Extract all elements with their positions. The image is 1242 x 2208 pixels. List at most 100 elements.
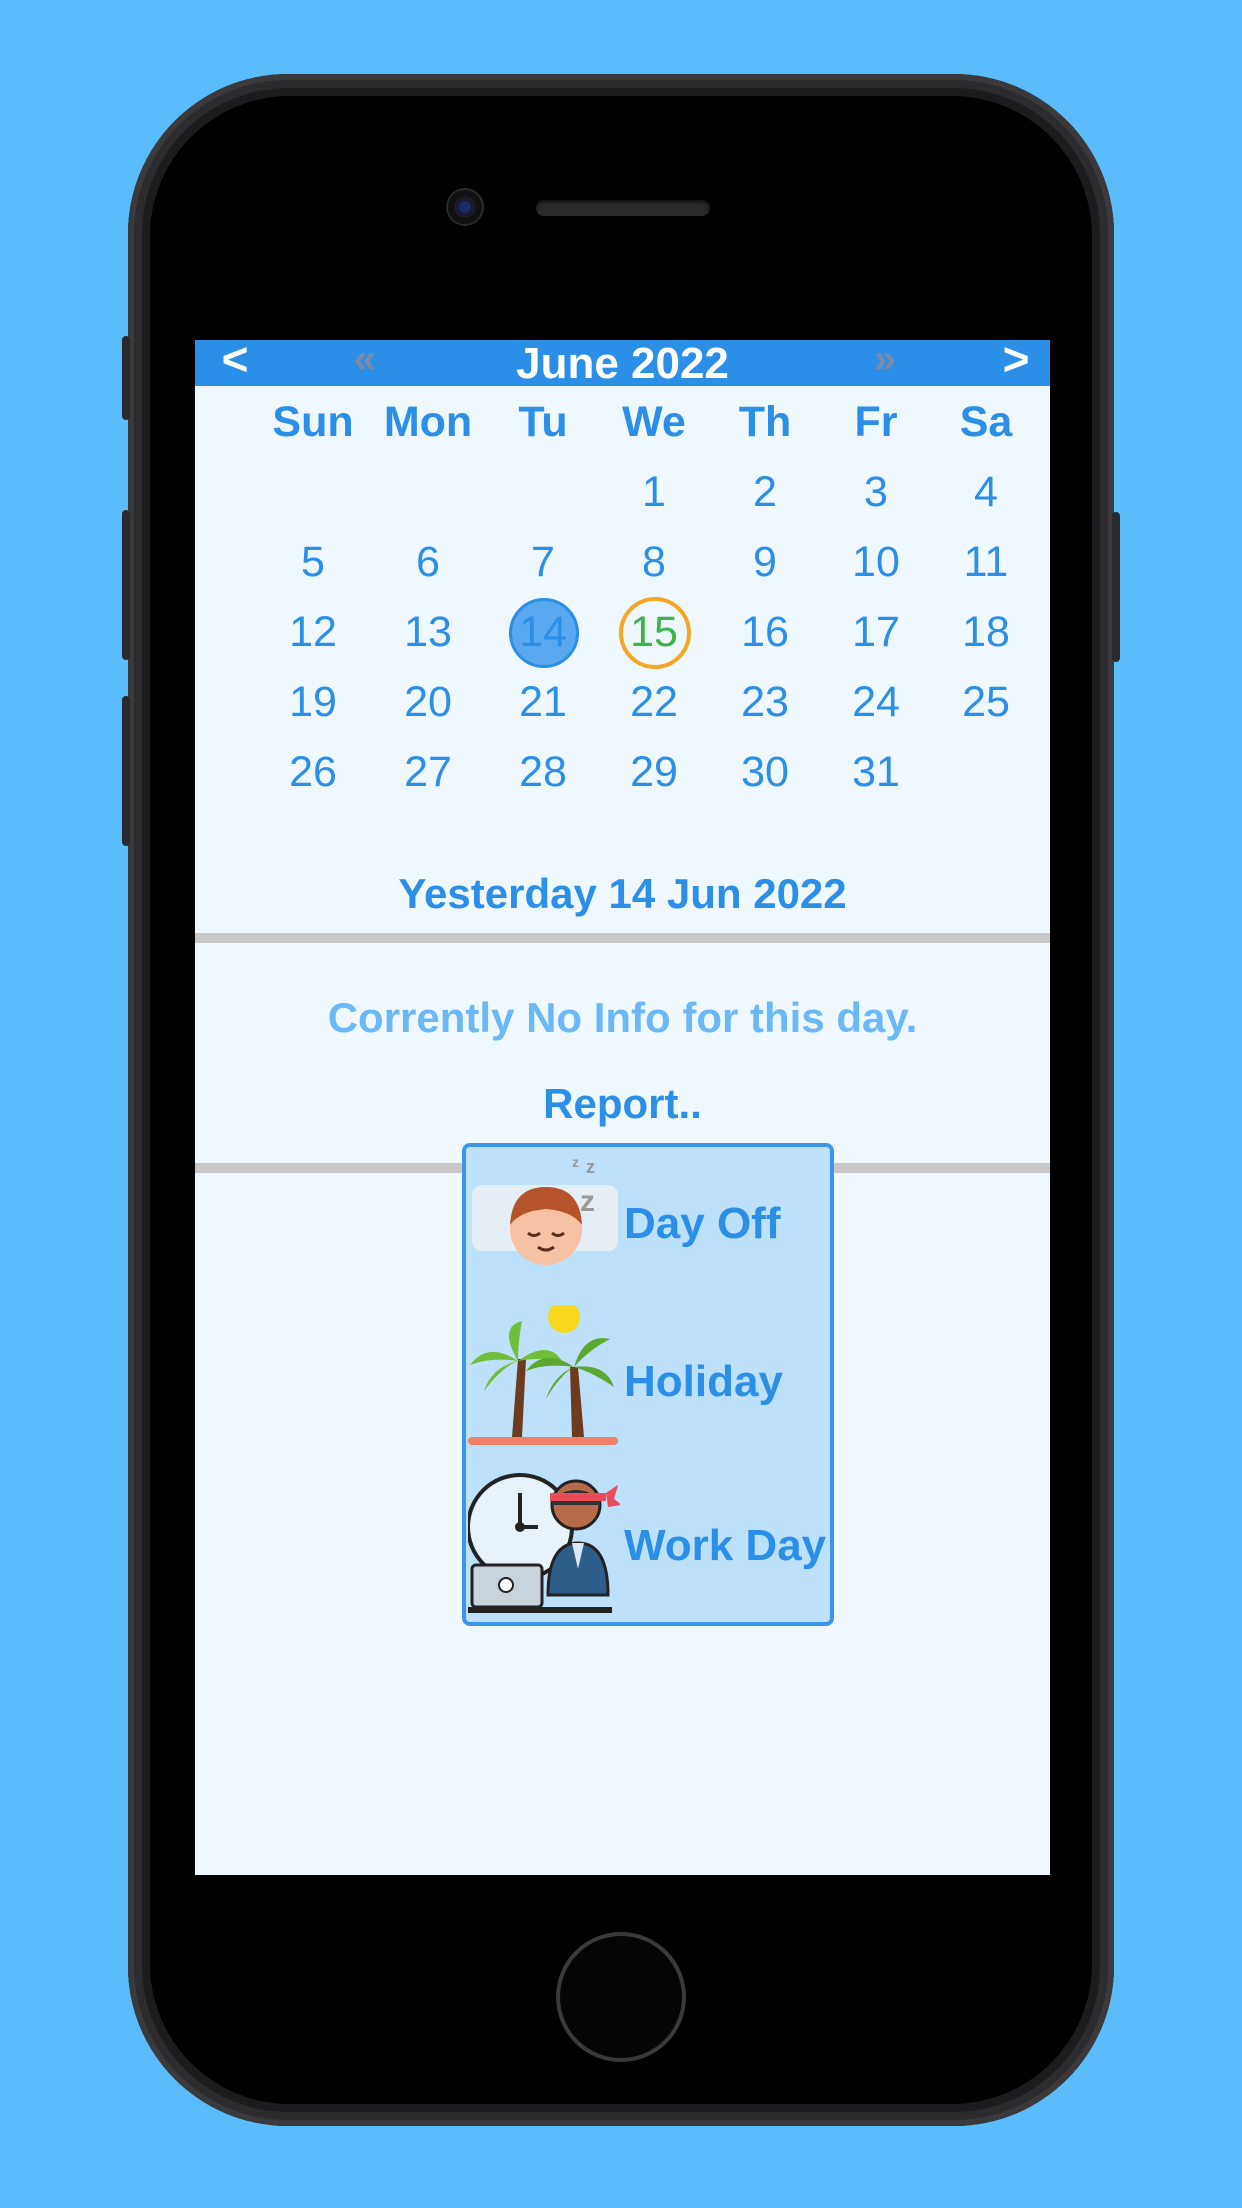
calendar-day-number: 12: [289, 608, 337, 656]
calendar-day-17[interactable]: 17: [820, 602, 932, 662]
app-screen: < « June 2022 » > Sun Mon Tu We Th Fr Sa…: [195, 340, 1050, 1875]
calendar-day-21[interactable]: 21: [487, 672, 599, 732]
sleeping-face-icon: z z z: [472, 1154, 618, 1265]
calendar-day-27[interactable]: 27: [372, 742, 484, 802]
calendar-day-number: 1: [642, 468, 666, 516]
svg-text:z: z: [572, 1154, 579, 1170]
divider: [195, 933, 1050, 943]
worker-clock-laptop-icon: [468, 1473, 620, 1613]
power-button: [1112, 512, 1120, 662]
calendar-day-8[interactable]: 8: [598, 532, 710, 592]
calendar-day-2[interactable]: 2: [709, 462, 821, 522]
calendar-day-number: 14: [519, 608, 567, 656]
calendar-day-number: 3: [864, 468, 888, 516]
menu-item-label: Work Day: [624, 1521, 827, 1570]
calendar-day-number: 24: [852, 678, 900, 726]
calendar-day-number: 29: [630, 748, 678, 796]
calendar-day-16[interactable]: 16: [709, 602, 821, 662]
volume-up-button: [122, 510, 130, 660]
calendar-day-23[interactable]: 23: [709, 672, 821, 732]
calendar-day-number: 7: [531, 538, 555, 586]
weekday-label: Sa: [959, 398, 1013, 446]
front-camera: [448, 190, 482, 224]
calendar-day-number: 20: [404, 678, 452, 726]
calendar-day-11[interactable]: 11: [930, 532, 1042, 592]
calendar-day-number: 13: [404, 608, 452, 656]
svg-text:z: z: [586, 1157, 595, 1177]
calendar-day-26[interactable]: 26: [257, 742, 369, 802]
calendar-day-4[interactable]: 4: [930, 462, 1042, 522]
silent-switch: [122, 336, 130, 420]
no-info-message: Corrently No Info for this day.: [327, 994, 918, 1041]
calendar-day-number: 31: [852, 748, 900, 796]
calendar-day-3[interactable]: 3: [820, 462, 932, 522]
calendar-day-19[interactable]: 19: [257, 672, 369, 732]
weekday-label: Th: [738, 398, 792, 446]
selected-date-label: Yesterday 14 Jun 2022: [398, 870, 847, 917]
calendar-day-12[interactable]: 12: [257, 602, 369, 662]
calendar-week-row: 5 6 7 8 9 10 11: [195, 532, 1050, 592]
calendar-day-1[interactable]: 1: [598, 462, 710, 522]
weekday-label: Mon: [383, 398, 473, 446]
calendar-day-number: 23: [741, 678, 789, 726]
calendar-day-number: 2: [753, 468, 777, 516]
calendar-week-row: 26 27 28 29 30 31: [195, 742, 1050, 802]
palm-trees-icon: [468, 1305, 618, 1445]
weekday-label: Tu: [518, 398, 568, 446]
next-year-button[interactable]: »: [855, 340, 915, 384]
weekday-header: Sun Mon Tu We Th Fr Sa: [195, 392, 1050, 452]
calendar-day-number: 15: [630, 608, 678, 656]
month-title: June 2022: [516, 340, 729, 388]
calendar-day-31[interactable]: 31: [820, 742, 932, 802]
calendar-day-number: 21: [519, 678, 567, 726]
calendar-day-7[interactable]: 7: [487, 532, 599, 592]
calendar-day-29[interactable]: 29: [598, 742, 710, 802]
calendar-day-13[interactable]: 13: [372, 602, 484, 662]
calendar-day-number: 6: [416, 538, 440, 586]
calendar-day-number: 25: [962, 678, 1010, 726]
calendar-day-10[interactable]: 10: [820, 532, 932, 592]
calendar-day-20[interactable]: 20: [372, 672, 484, 732]
calendar-day-number: 10: [852, 538, 900, 586]
svg-text:z: z: [580, 1185, 595, 1218]
menu-item-label: Holiday: [624, 1357, 783, 1406]
calendar-day-number: 27: [404, 748, 452, 796]
calendar-week-row: 12 13 14 15 16 17 18: [195, 597, 1050, 669]
calendar-day-9[interactable]: 9: [709, 532, 821, 592]
calendar-day-5[interactable]: 5: [257, 532, 369, 592]
calendar-day-25[interactable]: 25: [930, 672, 1042, 732]
calendar-day-6[interactable]: 6: [372, 532, 484, 592]
calendar-day-number: 4: [974, 468, 998, 516]
calendar-day-number: 19: [289, 678, 337, 726]
calendar-day-number: 22: [630, 678, 678, 726]
calendar-day-28[interactable]: 28: [487, 742, 599, 802]
calendar-header: < « June 2022 » >: [195, 340, 1050, 386]
menu-item-day-off[interactable]: z z z Day Off: [466, 1147, 830, 1305]
calendar-day-14[interactable]: 14: [487, 598, 599, 668]
menu-item-work-day[interactable]: Work Day: [466, 1463, 830, 1621]
earpiece-speaker: [536, 200, 710, 216]
calendar-day-number: 17: [852, 608, 900, 656]
calendar-week-row: 1 2 3 4: [195, 462, 1050, 522]
menu-item-holiday[interactable]: Holiday: [466, 1305, 830, 1463]
calendar-day-number: 5: [301, 538, 325, 586]
calendar-week-row: 19 20 21 22 23 24 25: [195, 672, 1050, 732]
volume-down-button: [122, 696, 130, 846]
report-menu: z z z Day Off Holiday Work Day: [462, 1143, 834, 1626]
report-button[interactable]: Report..: [195, 1080, 1050, 1128]
calendar-day-22[interactable]: 22: [598, 672, 710, 732]
next-month-button[interactable]: >: [996, 340, 1036, 384]
home-button[interactable]: [556, 1932, 686, 2062]
calendar-day-number: 26: [289, 748, 337, 796]
calendar-day-number: 11: [963, 538, 1009, 586]
calendar-day-24[interactable]: 24: [820, 672, 932, 732]
weekday-label: Fr: [854, 398, 898, 446]
calendar-day-30[interactable]: 30: [709, 742, 821, 802]
calendar-day-18[interactable]: 18: [930, 602, 1042, 662]
calendar-day-number: 28: [519, 748, 567, 796]
calendar-day-number: 16: [741, 608, 789, 656]
calendar-day-15[interactable]: 15: [598, 597, 710, 669]
weekday-label: We: [622, 398, 686, 446]
calendar-day-number: 30: [741, 748, 789, 796]
calendar-day-number: 9: [753, 538, 777, 586]
